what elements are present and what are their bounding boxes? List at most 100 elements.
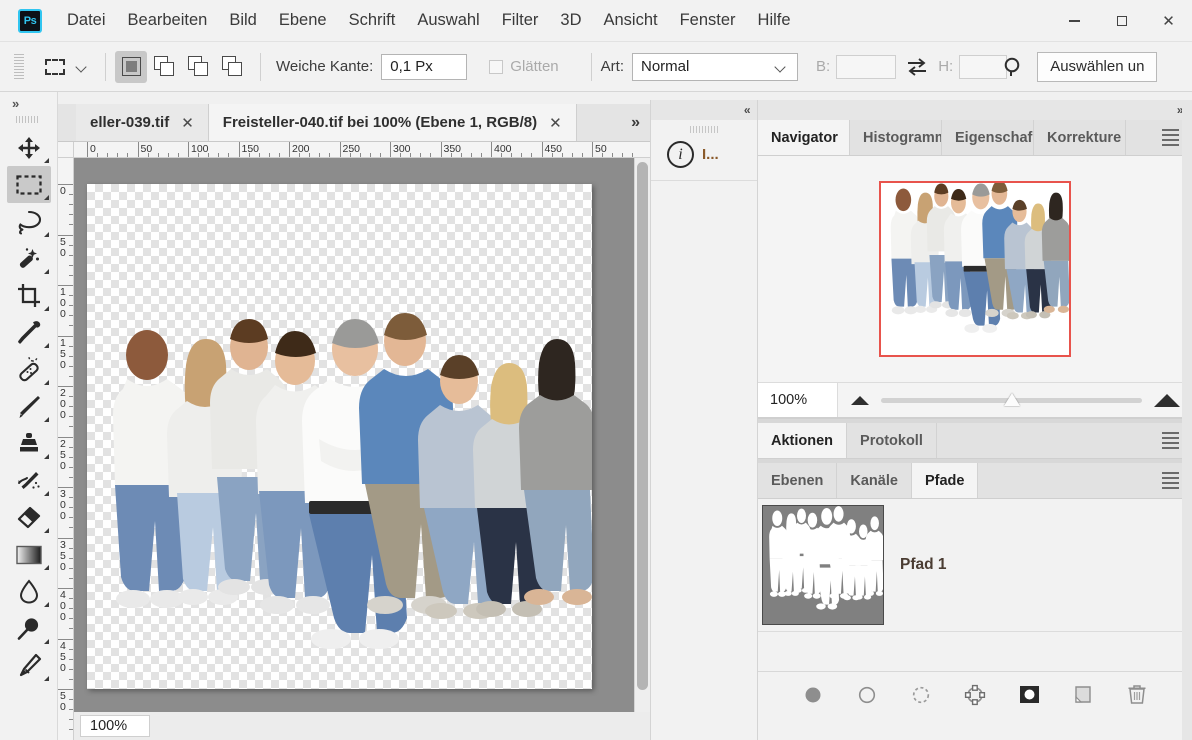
document-tab-0[interactable]: eller-039.tif ✕	[76, 104, 209, 141]
options-bar-grip[interactable]	[14, 54, 24, 80]
horizontal-ruler[interactable]: 05010015020025030035040045050	[74, 142, 650, 158]
menu-bearbeiten[interactable]: Bearbeiten	[117, 7, 219, 34]
ruler-minor-tick	[370, 153, 371, 157]
menu-schrift[interactable]: Schrift	[338, 7, 407, 34]
rectangular-marquee-tool[interactable]	[7, 166, 51, 203]
chevron-down-icon[interactable]	[74, 59, 90, 75]
right-dock-scrollbar[interactable]	[1182, 100, 1192, 740]
menu-bild[interactable]: Bild	[218, 7, 268, 34]
close-icon[interactable]: ✕	[549, 114, 562, 132]
tab-histogramm[interactable]: Histogramm	[850, 120, 942, 155]
tab-protokoll[interactable]: Protokoll	[847, 423, 937, 458]
menu-ansicht[interactable]: Ansicht	[592, 7, 668, 34]
tab-navigator[interactable]: Navigator	[758, 120, 850, 155]
document-tab-overflow-button[interactable]: »	[619, 104, 650, 141]
intersect-selection-button[interactable]	[217, 51, 249, 83]
clone-stamp-tool[interactable]	[7, 425, 51, 462]
add-to-selection-button[interactable]	[149, 51, 181, 83]
healing-brush-tool[interactable]	[7, 351, 51, 388]
tab-kanaele[interactable]: Kanäle	[837, 463, 912, 498]
style-select[interactable]: Normal	[632, 53, 798, 81]
window-close-button[interactable]: ✕	[1145, 0, 1192, 42]
slider-knob[interactable]	[1004, 393, 1020, 406]
width-input[interactable]	[836, 55, 896, 79]
menu-filter[interactable]: Filter	[491, 7, 550, 34]
ruler-minor-tick	[69, 729, 73, 730]
window-minimize-button[interactable]	[1051, 0, 1098, 42]
dock-grip[interactable]	[690, 126, 718, 133]
ruler-minor-tick	[269, 153, 270, 157]
status-zoom-level[interactable]: 100%	[80, 715, 150, 737]
menu-3d[interactable]: 3D	[549, 7, 592, 34]
add-to-selection-icon	[153, 55, 177, 79]
rectangular-marquee-icon[interactable]	[42, 54, 68, 80]
large-mountain-icon[interactable]	[1154, 394, 1180, 407]
stroke-path-button[interactable]	[855, 683, 879, 707]
menu-datei[interactable]: Datei	[56, 7, 117, 34]
menu-fenster[interactable]: Fenster	[669, 7, 747, 34]
swap-arrows-icon[interactable]	[905, 56, 929, 78]
lasso-tool[interactable]	[7, 203, 51, 240]
move-tool[interactable]	[7, 129, 51, 166]
toolbar-grip[interactable]	[16, 116, 38, 123]
menu-auswahl[interactable]: Auswahl	[406, 7, 490, 34]
menu-hilfe[interactable]: Hilfe	[747, 7, 802, 34]
ruler-minor-tick	[69, 679, 73, 680]
ruler-minor-tick	[299, 153, 300, 157]
tab-korrekturen[interactable]: Korrekture	[1034, 120, 1126, 155]
search-icon[interactable]	[1001, 55, 1025, 79]
tab-aktionen[interactable]: Aktionen	[758, 423, 847, 458]
antialias-checkbox[interactable]: Glätten	[489, 58, 566, 75]
canvas-document[interactable]	[87, 184, 592, 689]
close-icon[interactable]: ✕	[181, 114, 194, 132]
height-input[interactable]	[959, 55, 1007, 79]
scrollbar-thumb[interactable]	[637, 162, 648, 690]
navigator-zoom-value[interactable]: 100%	[758, 383, 838, 417]
eyedropper-tool[interactable]	[7, 314, 51, 351]
ruler-corner[interactable]	[58, 142, 74, 158]
info-panel-button[interactable]: i I...	[651, 133, 757, 181]
canvas-vertical-scrollbar[interactable]	[634, 158, 650, 712]
window-maximize-button[interactable]	[1098, 0, 1145, 42]
delete-path-button[interactable]	[1125, 683, 1149, 707]
vertical-ruler[interactable]: 05010015020025030035040045050	[58, 158, 74, 740]
ruler-minor-tick	[511, 153, 512, 157]
ruler-minor-tick	[69, 255, 73, 256]
dodge-tool[interactable]	[7, 610, 51, 647]
blur-tool[interactable]	[7, 573, 51, 610]
fill-path-button[interactable]	[801, 683, 825, 707]
load-path-as-selection-button[interactable]	[909, 683, 933, 707]
create-new-path-button[interactable]	[1071, 683, 1095, 707]
menu-ebene[interactable]: Ebene	[268, 7, 338, 34]
tab-ebenen[interactable]: Ebenen	[758, 463, 837, 498]
path-list-item[interactable]: Pfad 1	[758, 499, 1192, 632]
subtract-from-selection-button[interactable]	[183, 51, 215, 83]
navigator-thumbnail[interactable]	[879, 181, 1071, 357]
document-tab-bar: eller-039.tif ✕ Freisteller-040.tif bei …	[58, 104, 650, 142]
tab-eigenschaften[interactable]: Eigenschaf	[942, 120, 1034, 155]
crop-tool[interactable]	[7, 277, 51, 314]
add-layer-mask-button[interactable]	[1017, 683, 1041, 707]
document-tab-1[interactable]: Freisteller-040.tif bei 100% (Ebene 1, R…	[209, 104, 577, 141]
dock-expand-button[interactable]: »	[758, 100, 1192, 120]
tab-pfade[interactable]: Pfade	[912, 463, 979, 498]
feather-input[interactable]: 0,1 Px	[381, 54, 467, 80]
history-brush-tool[interactable]	[7, 462, 51, 499]
dock-collapse-button[interactable]: «	[651, 100, 757, 120]
photoshop-logo: Ps	[18, 9, 42, 33]
navigator-preview[interactable]	[758, 156, 1192, 382]
canvas-viewport[interactable]	[74, 158, 634, 712]
ruler-minor-tick	[69, 315, 73, 316]
gradient-tool[interactable]	[7, 536, 51, 573]
eraser-tool[interactable]	[7, 499, 51, 536]
make-work-path-button[interactable]	[963, 683, 987, 707]
quick-selection-tool[interactable]	[7, 240, 51, 277]
ruler-minor-tick	[69, 649, 73, 650]
refine-edge-button[interactable]: Auswählen un	[1037, 52, 1157, 82]
small-mountain-icon[interactable]	[851, 396, 869, 405]
new-selection-button[interactable]	[115, 51, 147, 83]
navigator-zoom-slider[interactable]	[881, 398, 1142, 403]
toolbar-collapse-button[interactable]: »	[0, 92, 57, 114]
brush-tool[interactable]	[7, 388, 51, 425]
pen-tool[interactable]	[7, 647, 51, 684]
